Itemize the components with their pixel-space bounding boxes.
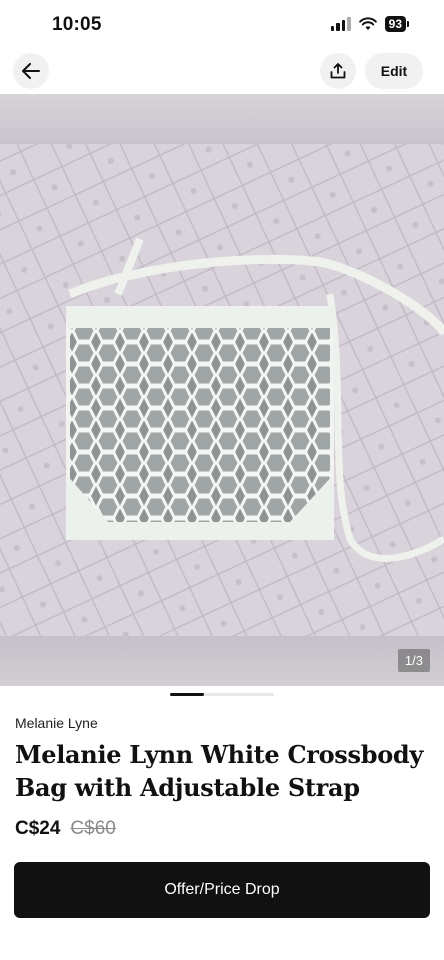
status-bar: 10:05 93: [0, 0, 444, 48]
back-button[interactable]: [13, 53, 49, 89]
brand-name[interactable]: Melanie Lyne: [15, 715, 98, 731]
battery-icon: 93: [384, 16, 410, 32]
arrow-left-icon: [22, 63, 40, 79]
status-time: 10:05: [52, 14, 102, 35]
image-border-top: [0, 94, 444, 144]
offer-price-drop-button[interactable]: Offer/Price Drop: [14, 862, 430, 918]
wifi-icon: [358, 17, 377, 30]
listing-title: Melanie Lynn White Crossbody Bag with Ad…: [15, 740, 424, 802]
share-icon: [330, 63, 346, 79]
gallery-progress-indicator: [170, 693, 274, 696]
price-row: C$24 C$60: [15, 818, 116, 840]
gallery-progress-active: [170, 693, 204, 696]
original-price: C$60: [70, 818, 116, 839]
image-counter: 1/3: [397, 649, 430, 672]
product-photo: [0, 144, 444, 636]
current-price: C$24: [15, 818, 61, 839]
status-icons: 93: [330, 16, 410, 32]
image-border-bottom: [0, 636, 444, 686]
product-image-gallery[interactable]: 1/3: [0, 94, 444, 686]
share-button[interactable]: [320, 53, 356, 89]
signal-icon: [330, 17, 351, 31]
edit-button[interactable]: Edit: [365, 53, 423, 89]
